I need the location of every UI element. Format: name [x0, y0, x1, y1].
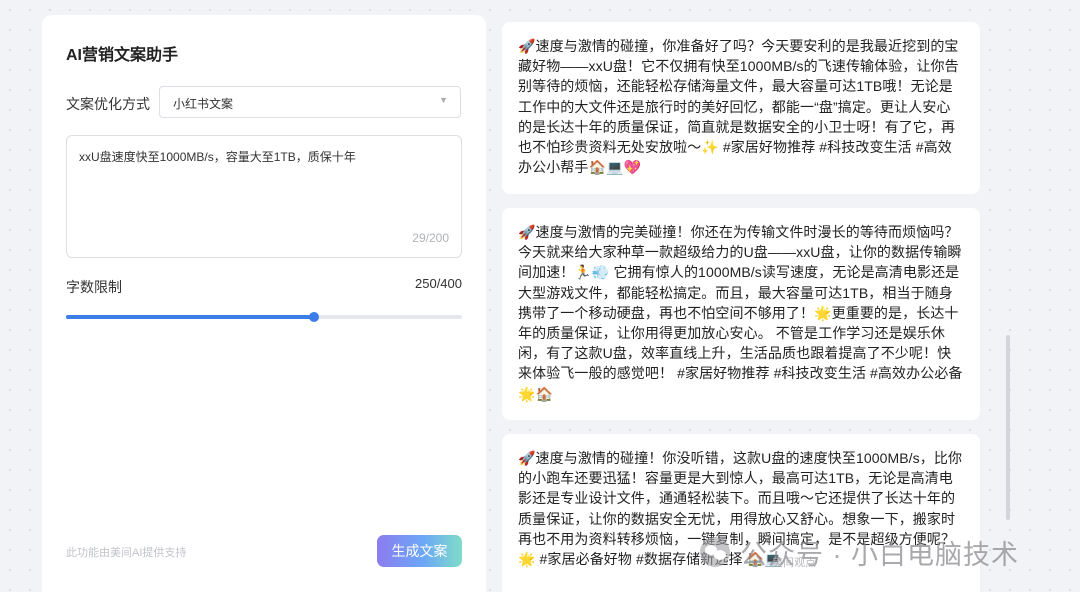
result-text-1: 🚀速度与激情的碰撞，你准备好了吗？今天要安利的是我最近挖到的宝藏好物——xxU盘…	[518, 38, 959, 176]
results-scrollbar[interactable]	[1006, 335, 1010, 520]
optimize-mode-select[interactable]: 小红书文案 ▼	[159, 86, 461, 118]
slider-fill	[66, 315, 314, 319]
slider-handle[interactable]	[308, 312, 319, 322]
product-description-input[interactable]: xxU盘速度快至1000MB/s，容量大至1TB，质保十年 29/200	[66, 135, 462, 258]
watermark-sub: 美间观点	[772, 557, 816, 569]
word-limit-label: 字数限制	[66, 279, 122, 295]
result-card-1[interactable]: 🚀速度与激情的碰撞，你准备好了吗？今天要安利的是我最近挖到的宝藏好物——xxU盘…	[502, 22, 980, 194]
character-count: 29/200	[412, 231, 449, 245]
page-title: AI营销文案助手	[66, 47, 179, 64]
result-text-2: 🚀速度与激情的完美碰撞！你还在为传输文件时漫长的等待而烦恼吗？今天就来给大家种草…	[518, 224, 963, 402]
optimize-mode-value: 小红书文案	[173, 97, 234, 111]
word-limit-value: 250/400	[415, 276, 462, 291]
result-card-2[interactable]: 🚀速度与激情的完美碰撞！你还在为传输文件时漫长的等待而烦恼吗？今天就来给大家种草…	[502, 208, 980, 420]
optimize-mode-label: 文案优化方式	[66, 96, 150, 112]
product-description-value: xxU盘速度快至1000MB/s，容量大至1TB，质保十年	[79, 150, 356, 164]
watermark: 公众号 · 小白电脑技术	[700, 532, 1019, 572]
chevron-down-icon[interactable]: ▼	[439, 95, 448, 105]
generate-button[interactable]: 生成文案	[377, 535, 462, 567]
word-limit-slider[interactable]	[66, 312, 462, 322]
wechat-icon	[700, 537, 730, 567]
copywriting-form-panel: AI营销文案助手 文案优化方式 小红书文案 ▼ xxU盘速度快至1000MB/s…	[42, 15, 486, 592]
powered-by-note: 此功能由美间AI提供支持	[66, 547, 187, 559]
